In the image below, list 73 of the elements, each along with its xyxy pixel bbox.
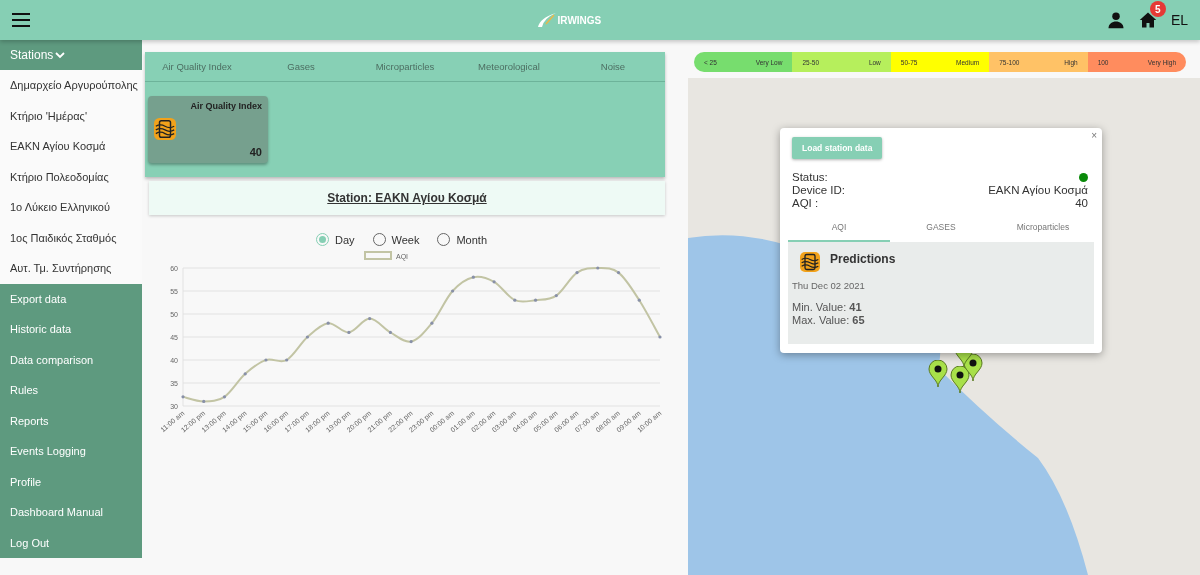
language-selector[interactable]: EL — [1170, 12, 1188, 28]
data-point — [409, 340, 413, 344]
notification-badge: 5 — [1149, 1, 1166, 17]
data-point — [264, 358, 268, 362]
device-label: Device ID: — [792, 184, 847, 197]
data-point — [554, 294, 558, 298]
data-point — [533, 298, 538, 302]
sidebar-item[interactable]: Log Out — [0, 527, 142, 558]
data-point — [243, 372, 247, 376]
data-point — [181, 395, 185, 399]
data-point — [513, 298, 517, 302]
aqi-icon — [800, 252, 820, 272]
map-pin-icon[interactable] — [950, 366, 970, 394]
data-point — [492, 280, 496, 284]
category-tab[interactable]: Gases — [249, 52, 353, 81]
stations-menu-toggle[interactable]: Stations — [0, 40, 142, 70]
data-point — [616, 271, 621, 275]
data-point — [347, 330, 351, 334]
data-point — [305, 335, 310, 339]
aqi-icon — [154, 117, 176, 140]
swoosh-logo-icon — [535, 12, 558, 28]
card-title: Air Quality Index — [189, 101, 262, 111]
data-point — [637, 298, 641, 302]
category-tab[interactable]: Meteorological — [457, 52, 561, 81]
chevron-down-icon — [55, 51, 66, 59]
data-point — [471, 275, 475, 279]
radio-label: Day — [334, 233, 355, 246]
popup-tab[interactable]: GASES — [890, 216, 992, 242]
card-value: 40 — [248, 146, 262, 158]
logo-text: IRWINGS — [557, 14, 602, 26]
legend-swatch — [364, 251, 392, 260]
data-point — [285, 358, 289, 362]
max-value: Max. Value: 65 — [792, 314, 866, 327]
prediction-date: Thu Dec 02 2021 — [792, 280, 866, 291]
station-title: Station: ΕΑΚΝ Αγίου Κοσμά — [327, 191, 487, 205]
data-point — [575, 271, 579, 275]
aqi-label: AQI : — [792, 197, 820, 210]
predictions-title: Predictions — [830, 252, 896, 266]
data-point — [202, 399, 206, 403]
radio-label: Month — [456, 233, 488, 246]
data-point — [326, 321, 330, 325]
aqi-value: 40 — [1074, 197, 1088, 210]
data-point — [388, 330, 392, 334]
home-icon[interactable] — [1138, 11, 1157, 29]
sidebar-item[interactable]: Data comparison — [0, 344, 142, 375]
sidebar-item[interactable]: Profile — [0, 466, 142, 497]
load-station-button[interactable]: Load station data — [792, 137, 883, 159]
aqi-card[interactable]: Air Quality Index 40 — [148, 96, 268, 163]
popup-tab[interactable]: Microparticles — [992, 216, 1094, 242]
sidebar-item[interactable]: Rules — [0, 375, 142, 406]
radio-label: Week — [391, 233, 420, 246]
sidebar-item[interactable]: Export data — [0, 283, 142, 314]
close-button[interactable]: × — [1091, 130, 1097, 141]
status-label: Status: — [792, 171, 829, 184]
map-placeholder[interactable]: × Load station data Status: Device ID: ΕΑΚΝ Αγίου Κοσμά AQI : 40 AQI GASES Microparticles Predictions Thu Dec 02 2021 Min. Value: 41 Max. Value: 65 — [688, 78, 1200, 575]
sidebar-item[interactable]: Historic data — [0, 314, 142, 345]
data-point — [368, 317, 372, 321]
user-icon[interactable] — [1106, 11, 1125, 29]
category-tab[interactable]: Noise — [561, 52, 665, 81]
data-point — [596, 266, 600, 270]
category-tab[interactable]: Microparticles — [353, 52, 457, 81]
sidebar-item[interactable]: Dashboard Manual — [0, 497, 142, 528]
sidebar-item[interactable]: Events Logging — [0, 436, 142, 467]
menu-icon[interactable] — [12, 13, 30, 27]
data-point — [430, 321, 434, 325]
data-point — [451, 289, 455, 293]
map-pin-icon[interactable] — [928, 360, 948, 388]
min-value: Min. Value: 41 — [792, 301, 863, 314]
data-point — [658, 335, 662, 339]
data-point — [222, 395, 227, 399]
device-value: ΕΑΚΝ Αγίου Κοσμά — [988, 184, 1088, 197]
sidebar-item[interactable]: Reports — [0, 405, 142, 436]
category-tab[interactable]: Air Quality Index — [145, 52, 249, 81]
